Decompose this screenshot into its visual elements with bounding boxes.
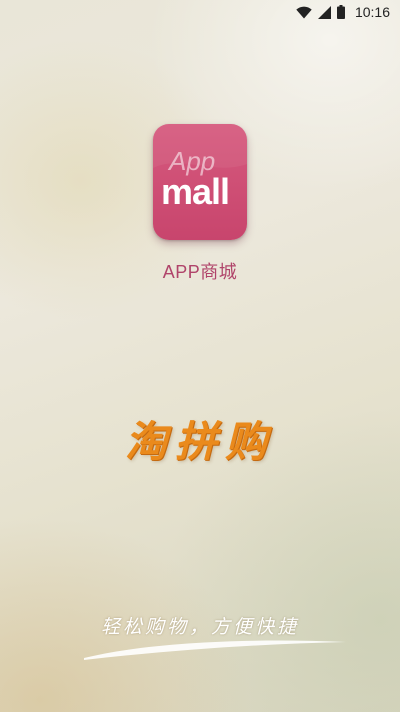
status-icons: 10:16 (296, 4, 390, 20)
status-time: 10:16 (354, 4, 390, 20)
app-name: APP商城 (162, 262, 238, 282)
status-bar: 10:16 (0, 0, 400, 24)
slogan: 淘拼购 (124, 417, 275, 466)
battery-icon (336, 5, 345, 19)
tagline-swoosh (84, 640, 346, 660)
wifi-icon (296, 6, 312, 18)
app-logo: App mall (153, 124, 247, 240)
signal-icon (317, 5, 331, 19)
tagline: 轻松购物，方便快捷 (100, 616, 299, 638)
logo-text-mall: mall (161, 171, 229, 212)
